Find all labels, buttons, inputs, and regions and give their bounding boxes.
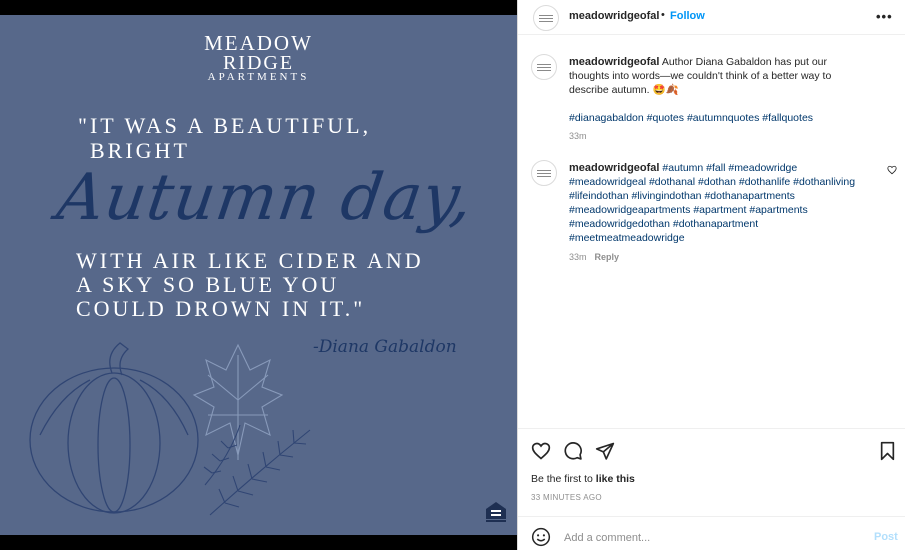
header-username[interactable]: meadowridgeofal [569, 10, 659, 22]
autumn-illustration [29, 342, 311, 516]
emoji-smiley-icon[interactable] [531, 527, 551, 547]
comment-bubble-icon[interactable] [563, 441, 583, 461]
caption-username[interactable]: meadowridgeofal [569, 56, 659, 68]
comment-username[interactable]: meadowridgeofal [569, 162, 659, 174]
likes-prefix: Be the first to [531, 473, 596, 485]
add-comment-input[interactable] [562, 527, 846, 549]
avatar[interactable] [533, 5, 559, 31]
pumpkin-illustration [29, 342, 199, 514]
post-comment-button[interactable]: Post [874, 531, 898, 543]
post-details-panel: meadowridgeofal • Follow ••• meadowridge… [517, 0, 905, 550]
caption-hashtags[interactable]: #dianagabaldon #quotes #autumnquotes #fa… [569, 111, 869, 125]
maple-leaf-illustration [192, 343, 284, 460]
post-image-panel: MEADOW RIDGE APARTMENTS "IT WAS A BEAUTI… [0, 0, 517, 550]
comment-time: 33m [569, 252, 587, 262]
like-this-link[interactable]: like this [596, 473, 635, 485]
comment-text: meadowridgeofal #autumn #fall #meadowrid… [569, 161, 864, 245]
reply-button[interactable]: Reply [595, 252, 620, 262]
post-image[interactable]: MEADOW RIDGE APARTMENTS "IT WAS A BEAUTI… [0, 15, 517, 535]
header-separator: • [661, 9, 665, 21]
caption-avatar[interactable] [531, 54, 557, 80]
post-timestamp: 33 MINUTES AGO [531, 493, 602, 502]
post-header: meadowridgeofal • Follow ••• [518, 0, 905, 35]
divider [518, 516, 905, 517]
caption-time: 33m [569, 131, 587, 141]
divider [518, 428, 905, 429]
comment-avatar[interactable] [531, 160, 557, 186]
comment-meta: 33m Reply [569, 252, 619, 262]
comment-like-heart-icon[interactable] [887, 165, 897, 175]
bookmark-icon[interactable] [879, 441, 896, 461]
like-heart-icon[interactable] [531, 441, 551, 461]
equal-housing-icon [486, 502, 506, 522]
follow-button[interactable]: Follow [670, 10, 705, 22]
fern-illustration [203, 424, 311, 516]
share-paper-plane-icon[interactable] [595, 441, 615, 461]
more-horizontal-icon[interactable]: ••• [876, 9, 893, 24]
likes-text: Be the first to like this [531, 473, 635, 485]
comment-hashtags[interactable]: #autumn #fall #meadowridge #meadowridgea… [569, 162, 855, 244]
caption-text: meadowridgeofal Author Diana Gabaldon ha… [569, 55, 869, 97]
